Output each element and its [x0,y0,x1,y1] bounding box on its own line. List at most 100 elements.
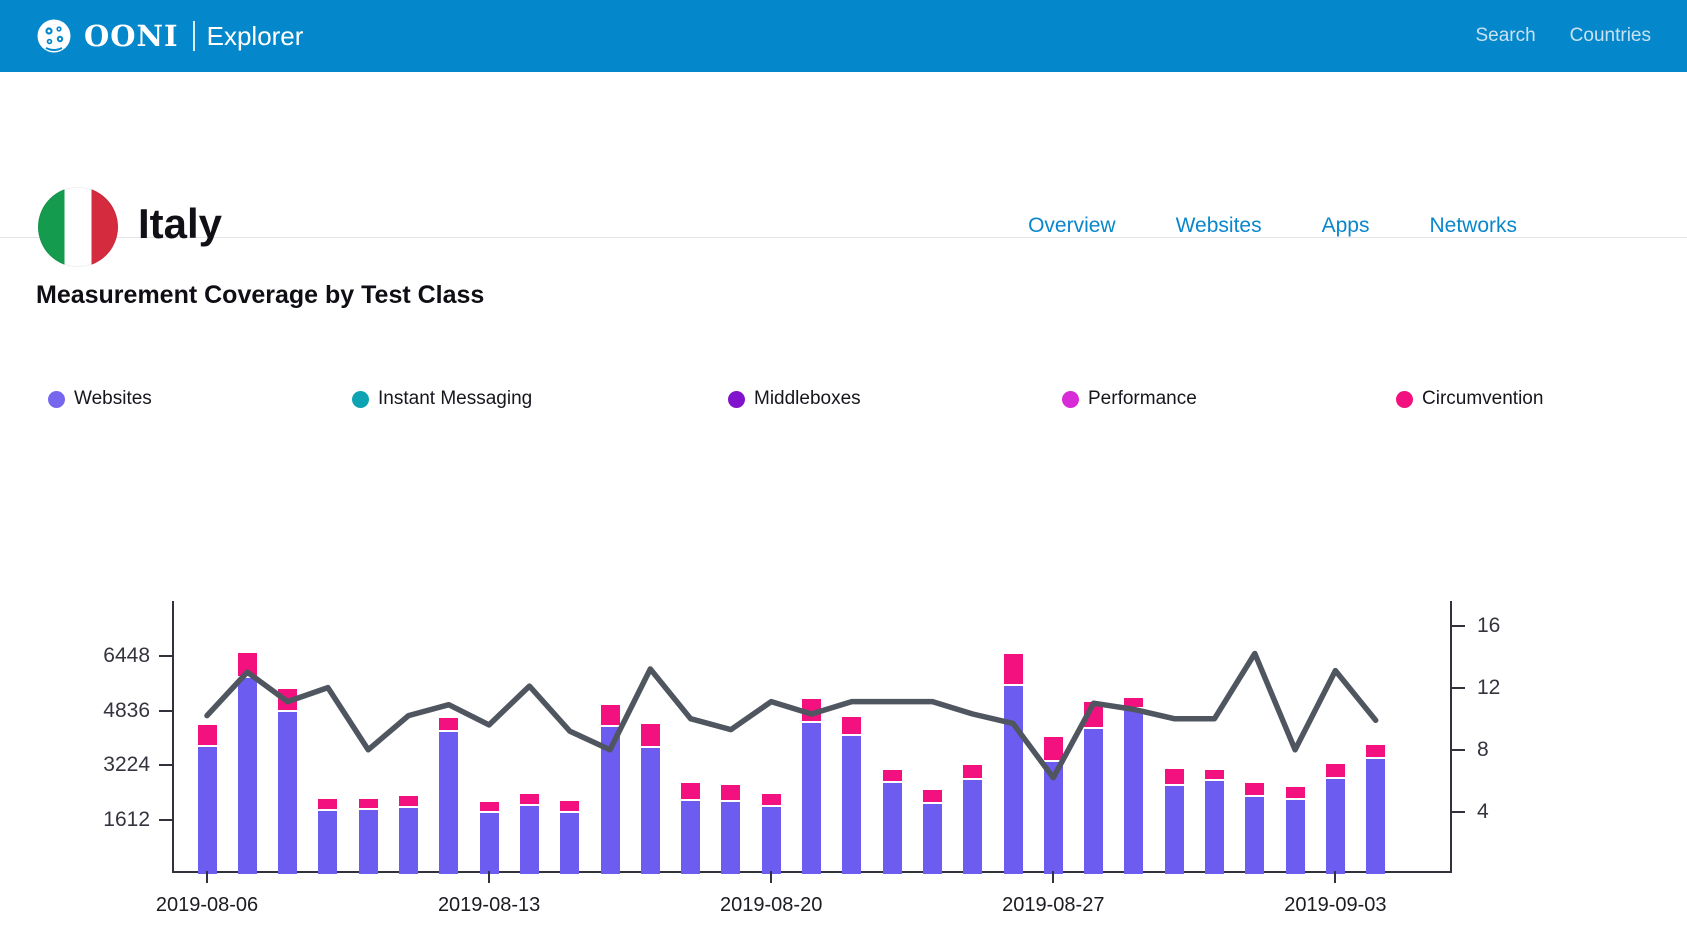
bar-2019-08-12[interactable] [439,718,458,874]
bar-2019-08-08[interactable] [278,689,297,874]
top-nav-countries[interactable]: Countries [1570,25,1651,47]
y-axis-left [172,601,174,873]
bar-segment-circumvention [1165,769,1184,786]
page-title: Measurement Coverage by Test Class [36,281,484,310]
bar-2019-08-10[interactable] [359,799,378,874]
bar-2019-08-29[interactable] [1124,698,1143,874]
bar-2019-09-04[interactable] [1366,745,1385,874]
y-axis-left-label: 3224 [50,753,150,777]
x-axis-tick [770,871,772,883]
bar-segment-websites [1004,686,1023,874]
brand-divider [193,21,195,51]
ooni-explorer-page: OONI Explorer Search Countries Italy Ove… [0,0,1687,951]
bar-2019-08-07[interactable] [238,653,257,874]
bar-2019-08-23[interactable] [883,770,902,874]
country-nav-networks[interactable]: Networks [1429,214,1517,238]
y-axis-right-tick [1452,811,1465,813]
bar-segment-websites [1044,762,1063,874]
bar-segment-circumvention [1044,737,1063,762]
bar-segment-circumvention [762,794,781,807]
bar-segment-websites [963,780,982,874]
bar-segment-websites [923,804,942,874]
bar-2019-08-09[interactable] [318,799,337,874]
country-nav-overview[interactable]: Overview [1028,214,1116,238]
top-app-bar: OONI Explorer Search Countries [0,0,1687,72]
legend-item-performance[interactable]: Performance [1062,388,1197,410]
top-nav-search[interactable]: Search [1475,25,1535,47]
bar-segment-websites [399,808,418,874]
legend-item-websites[interactable]: Websites [48,388,152,410]
bar-2019-09-03[interactable] [1326,764,1345,874]
bar-segment-circumvention [318,799,337,812]
bar-2019-08-14[interactable] [520,794,539,874]
legend-label: Performance [1088,388,1197,410]
bar-segment-circumvention [480,802,499,813]
bar-2019-08-16[interactable] [601,705,620,874]
bar-2019-09-02[interactable] [1286,787,1305,874]
legend-label: Websites [74,388,152,410]
y-axis-left-tick [159,710,172,712]
legend-dot-icon [728,391,745,408]
country-header: Italy Overview Websites Apps Networks [0,72,1687,238]
bar-2019-08-24[interactable] [923,790,942,874]
bar-segment-websites [480,813,499,874]
bar-segment-websites [198,747,217,874]
top-nav: Search Countries [1475,0,1651,72]
bar-segment-circumvention [601,705,620,727]
bar-2019-08-31[interactable] [1205,770,1224,874]
legend-dot-icon [1396,391,1413,408]
bar-2019-08-28[interactable] [1084,702,1103,874]
legend-item-circumvention[interactable]: Circumvention [1396,388,1543,410]
bar-segment-circumvention [721,785,740,802]
bar-2019-08-19[interactable] [721,785,740,874]
bar-2019-08-20[interactable] [762,794,781,874]
bar-segment-websites [1205,781,1224,874]
legend-item-instant-messaging[interactable]: Instant Messaging [352,388,532,410]
brand-home-link[interactable]: OONI Explorer [36,18,303,54]
bar-segment-websites [439,732,458,874]
y-axis-right-label: 4 [1477,800,1489,824]
x-axis-tick [488,871,490,883]
bar-segment-circumvention [1004,654,1023,686]
y-axis-right-label: 16 [1477,614,1500,638]
country-nav-websites[interactable]: Websites [1176,214,1262,238]
bar-segment-websites [842,736,861,874]
legend-label: Instant Messaging [378,388,532,410]
bar-segment-circumvention [681,783,700,801]
bar-2019-09-01[interactable] [1245,783,1264,874]
bar-segment-circumvention [1286,787,1305,801]
y-axis-right [1450,601,1452,873]
bar-2019-08-06[interactable] [198,725,217,874]
bar-2019-08-30[interactable] [1165,769,1184,874]
legend-item-middleboxes[interactable]: Middleboxes [728,388,861,410]
y-axis-left-label: 6448 [50,644,150,668]
bar-segment-websites [560,813,579,874]
bar-2019-08-11[interactable] [399,796,418,874]
bar-segment-websites [883,783,902,874]
legend-label: Middleboxes [754,388,861,410]
country-nav-apps[interactable]: Apps [1322,214,1370,238]
bar-2019-08-15[interactable] [560,801,579,874]
bar-segment-websites [359,810,378,874]
networks-line [207,654,1376,778]
bar-2019-08-22[interactable] [842,717,861,874]
bar-2019-08-26[interactable] [1004,654,1023,874]
bar-segment-websites [520,806,539,874]
bar-segment-circumvention [198,725,217,747]
bar-2019-08-21[interactable] [802,699,821,874]
bar-2019-08-18[interactable] [681,783,700,874]
y-axis-right-label: 8 [1477,738,1489,762]
y-axis-left-tick [159,655,172,657]
bar-2019-08-27[interactable] [1044,737,1063,874]
x-axis-label: 2019-08-13 [438,894,540,917]
bar-2019-08-17[interactable] [641,724,660,874]
legend-dot-icon [48,391,65,408]
bar-2019-08-13[interactable] [480,802,499,874]
legend-dot-icon [1062,391,1079,408]
ooni-octopus-icon [36,18,72,54]
bar-segment-websites [278,712,297,874]
bar-segment-circumvention [520,794,539,807]
bar-segment-websites [601,727,620,874]
bar-2019-08-25[interactable] [963,765,982,874]
bar-segment-circumvention [1366,745,1385,759]
